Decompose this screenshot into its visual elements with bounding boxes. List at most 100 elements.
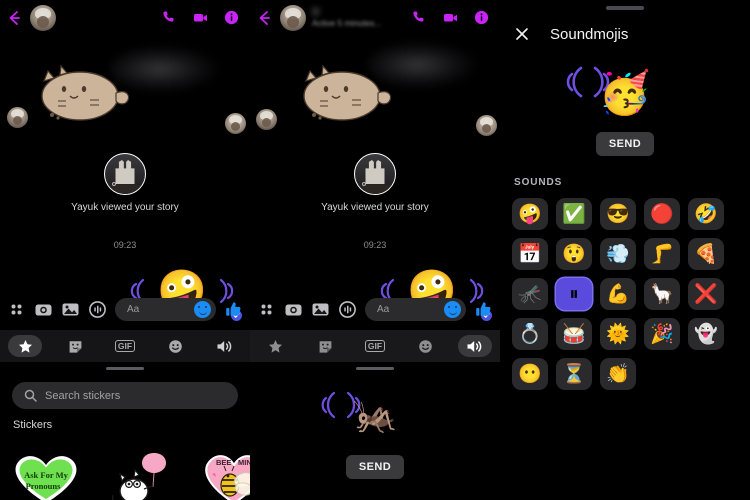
sticker-icon <box>319 340 331 353</box>
sticker-simon-cat[interactable] <box>110 447 182 500</box>
send-button-soundmojis[interactable]: SEND <box>596 132 654 156</box>
mini-avatar-left[interactable] <box>7 107 28 128</box>
soundmoji-leg[interactable]: 🦵 <box>644 238 680 270</box>
soundmoji-flexed-biceps[interactable]: 💪 <box>600 278 636 310</box>
soundmoji-party-popper[interactable]: 🎉 <box>644 318 680 350</box>
tab-favorites-left[interactable] <box>8 335 42 357</box>
apps-grid-icon[interactable] <box>7 300 26 319</box>
sticker-pronouns-heart[interactable]: Ask For My Pronouns <box>6 447 86 500</box>
story-thumbnail[interactable] <box>104 153 146 195</box>
gif-icon: GIF <box>364 340 386 352</box>
soundmoji-calendar[interactable]: 📅 <box>512 238 548 270</box>
sheet-grabber[interactable] <box>606 6 644 10</box>
story-viewed-notice-middle: Yayuk viewed your story <box>250 153 500 213</box>
soundmojis-header: Soundmojis <box>500 18 750 50</box>
soundmoji-rolling-laughing[interactable]: 🤣 <box>688 198 724 230</box>
tab-stickers-left[interactable] <box>58 335 92 357</box>
soundmoji-sunglasses-face[interactable]: 😎 <box>600 198 636 230</box>
soundmoji-drum[interactable]: 🥁 <box>556 318 592 350</box>
avatar[interactable] <box>30 4 56 31</box>
back-arrow-icon[interactable] <box>256 9 274 27</box>
mini-avatar-right[interactable] <box>225 113 246 134</box>
tray-grabber-left[interactable] <box>106 367 144 370</box>
voice-clip-icon[interactable] <box>88 300 107 319</box>
tab-gifs-middle[interactable]: GIF <box>358 335 392 357</box>
soundmoji-pizza[interactable]: 🍕 <box>688 238 724 270</box>
contact-status: Active 5 minutes... <box>312 18 382 28</box>
tab-sounds-middle[interactable] <box>458 335 492 357</box>
tab-stickers-middle[interactable] <box>308 335 342 357</box>
selected-soundmoji-preview[interactable]: 🥳 <box>560 62 690 124</box>
stickers-section-label: Stickers <box>13 419 53 431</box>
mini-avatar-right[interactable] <box>476 115 497 136</box>
soundmoji-sun[interactable]: 🌞 <box>600 318 636 350</box>
gallery-icon[interactable] <box>311 300 330 319</box>
sticker-line1: Ask For My <box>24 470 69 480</box>
tab-emojis-left[interactable] <box>158 335 192 357</box>
tab-emojis-middle[interactable] <box>408 335 442 357</box>
phone-call-icon[interactable] <box>161 9 178 26</box>
thumbs-up-icon[interactable] <box>224 300 243 319</box>
apps-grid-icon[interactable] <box>257 300 276 319</box>
pusheen-cat-sticker[interactable] <box>290 63 396 125</box>
pusheen-cat-sticker[interactable] <box>28 63 134 125</box>
mini-avatar-left[interactable] <box>256 109 277 130</box>
chat-messages-middle: Yayuk viewed your story 09:23 🤪 <box>250 35 500 321</box>
thumbs-up-icon[interactable] <box>474 300 493 319</box>
soundmoji-hourglass[interactable]: ⏳ <box>556 358 592 390</box>
soundmoji-grid: 🤪 ✅ 😎 🔴 🤣 📅 😲 💨 🦵 🍕 🦟 ⏸ 💪 🦙 ❌ 💍 🥁 🌞 🎉 👻 😶 ⏳ 👏 <box>512 198 740 390</box>
camera-icon[interactable] <box>284 300 303 319</box>
soundmoji-check-mark[interactable]: ✅ <box>556 198 592 230</box>
voice-clip-icon[interactable] <box>338 300 357 319</box>
soundmoji-clapping-hands[interactable]: 👏 <box>600 358 636 390</box>
message-input-left[interactable]: Aa <box>115 297 216 321</box>
soundmoji-cross-mark[interactable]: ❌ <box>688 278 724 310</box>
send-button-middle[interactable]: SEND <box>346 455 404 479</box>
message-timestamp: 09:23 <box>113 240 137 250</box>
tab-sounds-left[interactable] <box>208 335 242 357</box>
messenger-chat-panel-middle: Y Active 5 minutes... Yayuk viewed your … <box>250 0 500 500</box>
phone-call-icon[interactable] <box>411 9 428 26</box>
soundmoji-zany-face[interactable]: 🤪 <box>512 198 548 230</box>
chat-title-block: Y Active 5 minutes... <box>312 7 405 28</box>
soundmojis-panel: Soundmojis 🥳 SEND SOUNDS 🤪 ✅ 😎 🔴 🤣 📅 😲 💨 🦵 🍕 🦟 ⏸ 💪 🦙 ❌… <box>500 0 750 500</box>
chat-header-actions <box>161 9 244 26</box>
sticker-grid: Ask For My Pronouns BEE MIN <box>0 447 250 500</box>
soundmoji-preview-middle: 🦗 SEND <box>250 373 500 500</box>
page-title: Soundmojis <box>550 25 629 43</box>
sticker-bee-mine-heart[interactable]: BEE MINE? <box>198 447 250 500</box>
smiley-icon <box>168 339 182 353</box>
soundmoji-red-circle[interactable]: 🔴 <box>644 198 680 230</box>
camera-icon[interactable] <box>34 300 53 319</box>
soundmoji-astonished-face[interactable]: 😲 <box>556 238 592 270</box>
soundmoji-pause-button[interactable]: ⏸ <box>556 278 592 310</box>
sticker-icon <box>69 340 81 353</box>
info-icon[interactable] <box>473 9 490 26</box>
soundmoji-dashing-away[interactable]: 💨 <box>600 238 636 270</box>
video-call-icon[interactable] <box>192 9 209 26</box>
tab-favorites-middle[interactable] <box>258 335 292 357</box>
back-arrow-icon[interactable] <box>6 9 24 27</box>
chat-messages-left: Yayuk viewed your story 09:23 🤪 <box>0 35 250 321</box>
message-input-middle[interactable]: Aa <box>365 297 466 321</box>
search-stickers-field[interactable]: Search stickers <box>12 382 238 409</box>
tab-gifs-left[interactable]: GIF <box>108 335 142 357</box>
soundmoji-mosquito[interactable]: 🦟 <box>512 278 548 310</box>
soundmoji-whistling-face[interactable]: 😶 <box>512 358 548 390</box>
message-input-placeholder: Aa <box>377 303 390 315</box>
emoji-icon[interactable] <box>444 300 461 318</box>
soundmoji-llama[interactable]: 🦙 <box>644 278 680 310</box>
video-call-icon[interactable] <box>442 9 459 26</box>
message-composer-left: Aa <box>0 292 250 326</box>
soundmoji-ring[interactable]: 💍 <box>512 318 548 350</box>
cricket-soundmoji-preview[interactable]: 🦗 <box>315 387 435 443</box>
soundmoji-ghost[interactable]: 👻 <box>688 318 724 350</box>
info-icon[interactable] <box>223 9 240 26</box>
gallery-icon[interactable] <box>61 300 80 319</box>
avatar[interactable] <box>280 4 306 31</box>
emoji-icon[interactable] <box>194 300 211 318</box>
cricket-glyph: 🦗 <box>352 394 398 435</box>
tray-grabber-middle[interactable] <box>356 367 394 370</box>
story-thumbnail[interactable] <box>354 153 396 195</box>
close-icon[interactable] <box>514 26 530 42</box>
